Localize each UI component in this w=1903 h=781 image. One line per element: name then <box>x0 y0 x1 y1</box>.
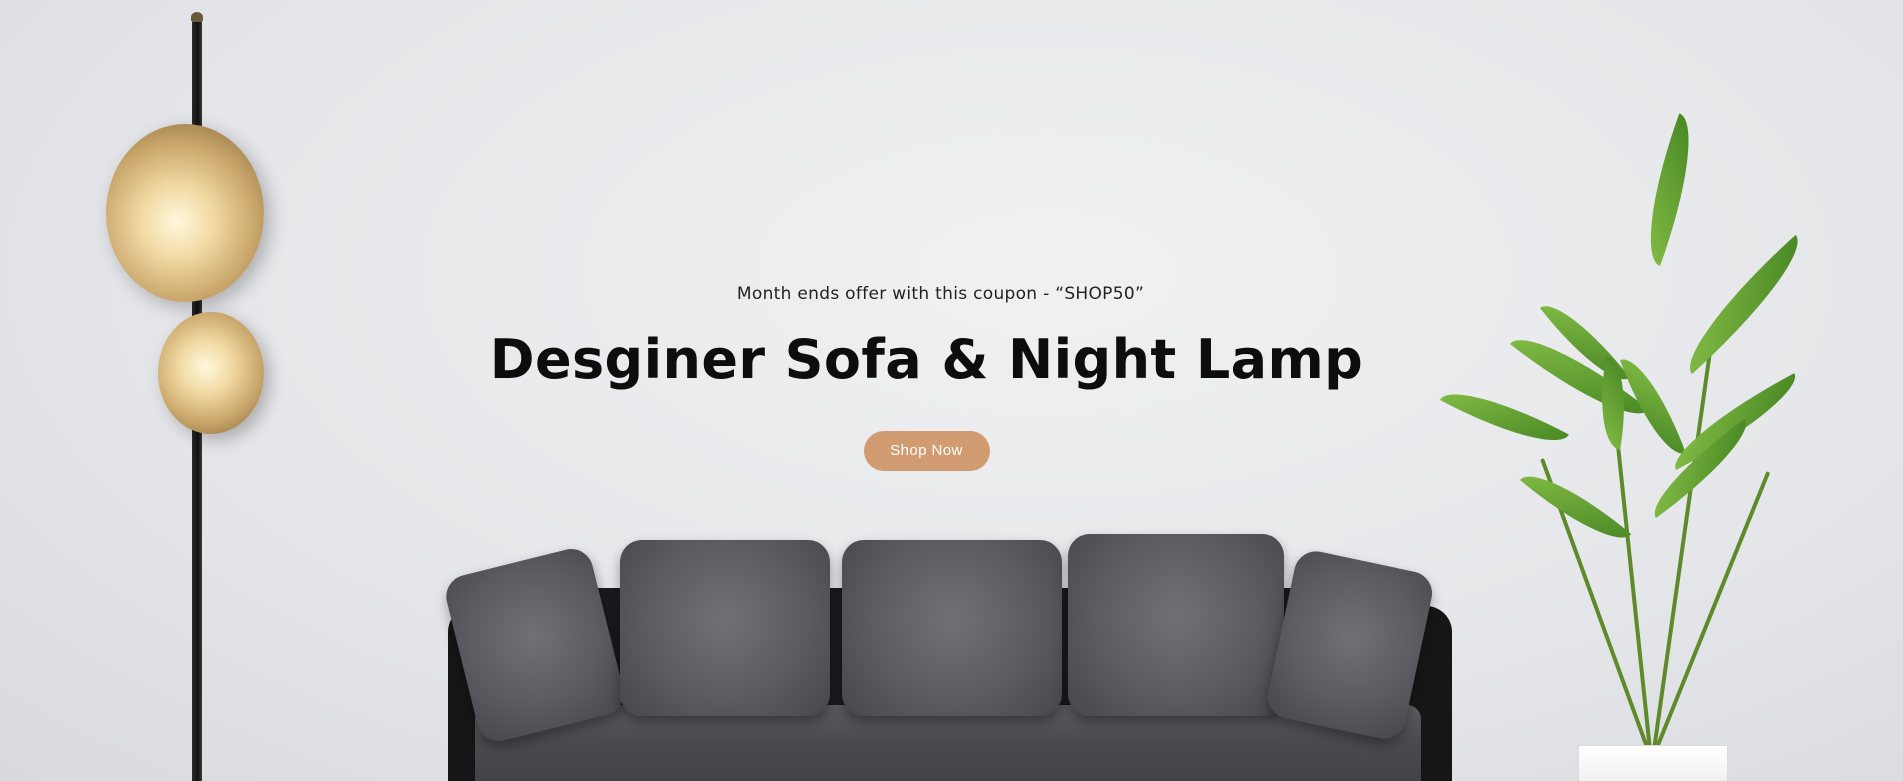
lamp-shade-top <box>106 124 264 302</box>
plant-pot <box>1578 745 1728 781</box>
hero-subtitle: Month ends offer with this coupon - “SHO… <box>736 284 1145 304</box>
lamp-cap <box>191 12 203 22</box>
plant-leaf <box>1628 113 1712 266</box>
sofa-pillow <box>842 540 1062 716</box>
sofa-image <box>440 520 1460 781</box>
shop-now-button[interactable]: Shop Now <box>863 431 990 471</box>
sofa-seat <box>475 705 1421 781</box>
hero-content: Month ends offer with this coupon - “SHO… <box>0 284 1903 471</box>
sofa-pillow <box>620 540 830 716</box>
hero-banner: Month ends offer with this coupon - “SHO… <box>0 0 1903 781</box>
hero-title: Desginer Sofa & Night Lamp <box>489 328 1364 391</box>
sofa-pillow <box>1068 534 1284 716</box>
plant-leaf <box>1520 457 1632 558</box>
